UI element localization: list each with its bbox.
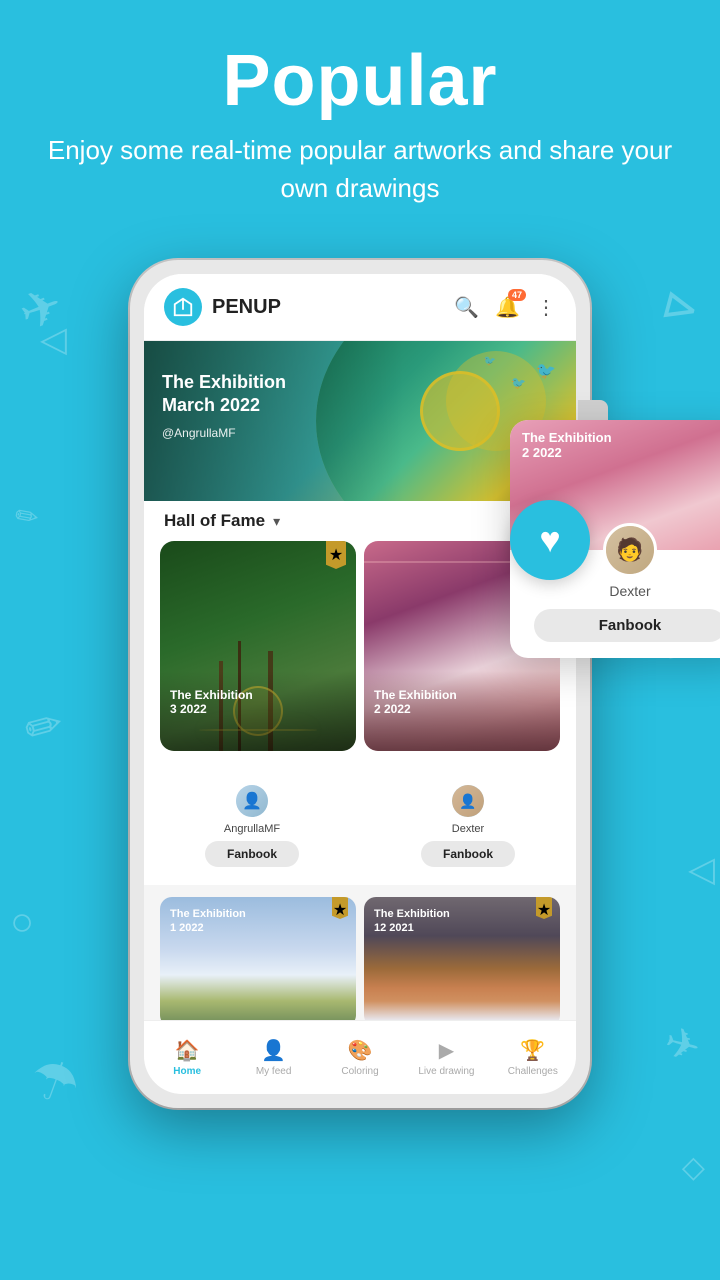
section-title: Hall of Fame xyxy=(164,511,265,531)
deco-plane-2: ⊳ xyxy=(656,276,706,337)
page-subtitle: Enjoy some real-time popular artworks an… xyxy=(0,132,720,207)
search-icon[interactable]: 🔍 xyxy=(454,295,479,320)
heart-icon: ♥ xyxy=(539,522,560,558)
deco-triangle-1: ◁ xyxy=(40,320,67,360)
my-feed-icon: 👤 xyxy=(261,1038,286,1063)
card2-fanbook-btn[interactable]: Fanbook xyxy=(421,841,515,867)
topbar-icons: 🔍 🔔 47 ⋮ xyxy=(454,295,556,320)
card1-avatar: 👤 xyxy=(234,783,270,819)
deco-right-plane: ✈ xyxy=(659,1016,706,1072)
dropdown-arrow-icon[interactable]: ▾ xyxy=(273,513,280,530)
nav-live-drawing[interactable]: ▶ Live drawing xyxy=(403,1021,489,1094)
card2-username: Dexter xyxy=(452,823,484,835)
header-section: Popular Enjoy some real-time popular art… xyxy=(0,0,720,237)
card1-user-info: 👤 AngrullaMF Fanbook xyxy=(144,763,360,877)
notification-button[interactable]: 🔔 47 xyxy=(495,295,520,320)
deco-circle: ○ xyxy=(10,900,34,945)
popup-username: Dexter xyxy=(510,583,720,599)
popup-card-title: The Exhibition2 2022 xyxy=(522,430,612,460)
nav-coloring[interactable]: 🎨 Coloring xyxy=(317,1021,403,1094)
nav-my-feed[interactable]: 👤 My feed xyxy=(230,1021,316,1094)
deco-right-shape: ◇ xyxy=(682,1150,705,1185)
more-menu-icon[interactable]: ⋮ xyxy=(536,295,556,320)
app-logo xyxy=(164,288,202,326)
popup-avatar: 🧑 xyxy=(603,523,657,577)
page-title: Popular xyxy=(0,40,720,122)
card2-avatar: 👤 xyxy=(450,783,486,819)
deco-plane-1: ✈ xyxy=(11,275,70,344)
nav-coloring-label: Coloring xyxy=(341,1066,378,1077)
user-info-row: 👤 AngrullaMF Fanbook 👤 Dexter Fanbook xyxy=(144,763,576,877)
deco-umbrella: ☂ xyxy=(21,1043,89,1120)
home-icon: 🏠 xyxy=(175,1038,200,1063)
phone-screen: PENUP 🔍 🔔 47 ⋮ xyxy=(144,274,576,1094)
nav-home-label: Home xyxy=(173,1066,201,1077)
app-name: PENUP xyxy=(212,296,454,319)
card1-username: AngrullaMF xyxy=(224,823,280,835)
notification-badge: 47 xyxy=(508,289,526,301)
banner-author: @AngrullaMF xyxy=(162,426,286,440)
popup-fanbook-btn[interactable]: Fanbook xyxy=(534,609,720,642)
deco-right-tri: ◁ xyxy=(688,850,715,890)
bottom-card-1-bookmark: ★ xyxy=(332,897,348,919)
card-title-1: The Exhibition3 2022 xyxy=(170,688,253,716)
app-topbar: PENUP 🔍 🔔 47 ⋮ xyxy=(144,274,576,341)
bottom-cards-section: ★ The Exhibition1 2022 ★ The Exhibition1… xyxy=(144,885,576,1027)
deco-pencil: ✏ xyxy=(12,498,41,535)
bottom-nav: 🏠 Home 👤 My feed 🎨 Coloring ▶ Live drawi… xyxy=(144,1020,576,1094)
nav-challenges[interactable]: 🏆 Challenges xyxy=(490,1021,576,1094)
nav-home[interactable]: 🏠 Home xyxy=(144,1021,230,1094)
nav-challenges-label: Challenges xyxy=(508,1066,558,1077)
nav-feed-label: My feed xyxy=(256,1066,292,1077)
bottom-card-2-title: The Exhibition12 2021 xyxy=(374,907,450,936)
deco-pencil-2: ✏ xyxy=(19,696,69,757)
nav-live-label: Live drawing xyxy=(418,1066,474,1077)
card-exhibition-3[interactable]: ★ The Exhibition3 2022 xyxy=(160,541,356,751)
challenges-icon: 🏆 xyxy=(520,1038,545,1063)
coloring-icon: 🎨 xyxy=(348,1038,373,1063)
card1-fanbook-btn[interactable]: Fanbook xyxy=(205,841,299,867)
card-title-2: The Exhibition2 2022 xyxy=(374,688,457,716)
card-bookmark-1: ★ xyxy=(326,541,346,569)
banner-title: The ExhibitionMarch 2022 xyxy=(162,371,286,418)
phone-mockup: PENUP 🔍 🔔 47 ⋮ xyxy=(130,260,590,1108)
card2-user-info: 👤 Dexter Fanbook xyxy=(360,763,576,877)
heart-bubble[interactable]: ♥ xyxy=(510,500,590,580)
live-drawing-icon: ▶ xyxy=(439,1038,454,1063)
bottom-card-1[interactable]: ★ The Exhibition1 2022 xyxy=(160,897,356,1027)
bottom-card-2-bookmark: ★ xyxy=(536,897,552,919)
banner-text: The ExhibitionMarch 2022 @AngrullaMF xyxy=(162,371,286,440)
bottom-card-1-title: The Exhibition1 2022 xyxy=(170,907,246,936)
bottom-card-2[interactable]: ★ The Exhibition12 2021 xyxy=(364,897,560,1027)
